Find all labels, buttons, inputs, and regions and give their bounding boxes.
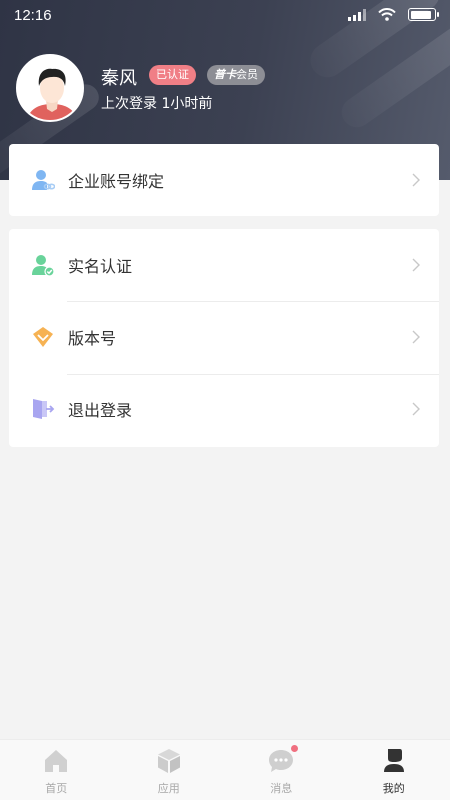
menu-item-logout[interactable]: 退出登录 bbox=[9, 373, 439, 445]
notification-dot bbox=[291, 745, 299, 752]
home-icon bbox=[45, 750, 68, 772]
avatar[interactable] bbox=[16, 54, 84, 122]
chevron-right-icon bbox=[412, 173, 420, 187]
tab-label: 首页 bbox=[45, 782, 68, 795]
tab-profile[interactable]: 我的 bbox=[338, 740, 450, 800]
username: 秦风 bbox=[101, 68, 137, 89]
profile-icon bbox=[383, 749, 404, 772]
menu-item-label: 退出登录 bbox=[68, 401, 133, 420]
chevron-right-icon bbox=[412, 258, 420, 272]
logout-icon bbox=[33, 399, 55, 419]
member-badge-suffix: 会员 bbox=[236, 68, 258, 81]
chevron-right-icon bbox=[412, 330, 420, 344]
cube-icon bbox=[157, 749, 180, 773]
menu-item-version[interactable]: 版本号 bbox=[9, 301, 439, 373]
member-badge: 普卡会员 bbox=[207, 65, 265, 85]
verified-badge: 已认证 bbox=[149, 65, 196, 85]
chevron-right-icon bbox=[412, 402, 420, 416]
member-badge-tier: 普卡 bbox=[214, 68, 236, 81]
user-link-icon bbox=[32, 170, 55, 190]
menu-item-label: 实名认证 bbox=[68, 257, 133, 276]
tab-apps[interactable]: 应用 bbox=[113, 740, 226, 800]
signal-icon bbox=[348, 8, 366, 21]
wifi-icon bbox=[378, 8, 396, 21]
bottom-tab-bar: 首页 应用 消息 我的 bbox=[0, 739, 450, 800]
status-icons bbox=[348, 8, 439, 21]
diamond-icon bbox=[33, 327, 53, 347]
enterprise-card: 企业账号绑定 bbox=[9, 144, 439, 216]
battery-icon bbox=[408, 8, 439, 21]
tab-home[interactable]: 首页 bbox=[0, 740, 113, 800]
tab-label: 应用 bbox=[157, 782, 180, 795]
message-icon-wrapper bbox=[268, 745, 299, 774]
tab-label: 我的 bbox=[382, 782, 405, 795]
menu-item-label: 企业账号绑定 bbox=[68, 172, 165, 191]
battery-level bbox=[410, 10, 432, 19]
status-time: 12:16 bbox=[14, 7, 52, 24]
user-check-icon bbox=[32, 255, 55, 277]
tab-messages[interactable]: 消息 bbox=[225, 740, 338, 800]
last-login-text: 上次登录 1小时前 bbox=[101, 96, 213, 112]
status-bar: 12:16 bbox=[0, 0, 450, 32]
menu-item-real-name-verification[interactable]: 实名认证 bbox=[9, 229, 439, 301]
message-icon bbox=[269, 750, 294, 772]
menu-item-enterprise-binding[interactable]: 企业账号绑定 bbox=[9, 144, 439, 216]
tab-label: 消息 bbox=[270, 782, 293, 795]
menu-item-label: 版本号 bbox=[68, 329, 117, 348]
settings-card: 实名认证 版本号 退出登录 bbox=[9, 229, 439, 447]
